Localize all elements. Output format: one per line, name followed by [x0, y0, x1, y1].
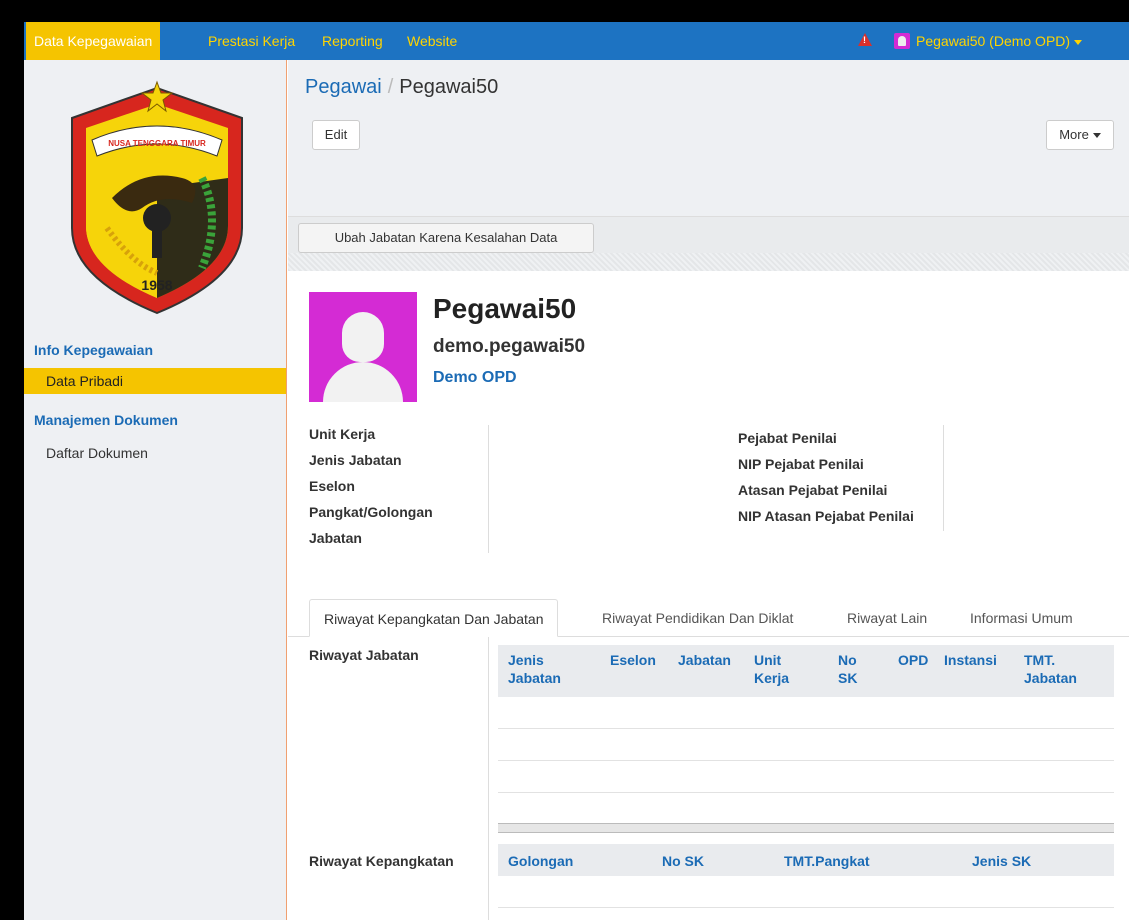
label-pangkat-golongan: Pangkat/Golongan [309, 504, 433, 520]
col-jenis-jabatan[interactable]: Jenis Jabatan [508, 651, 588, 687]
col-jabatan[interactable]: Jabatan [678, 651, 731, 669]
ubah-jabatan-button[interactable]: Ubah Jabatan Karena Kesalahan Data [298, 223, 594, 253]
user-avatar-icon [894, 33, 910, 49]
notebook-tabs: Riwayat Kepangkatan Dan Jabatan Riwayat … [288, 599, 1129, 637]
table-row [498, 792, 1114, 793]
employee-name: Pegawai50 [433, 293, 577, 324]
sidebar-section-manajemen-dokumen: Manajemen Dokumen [34, 412, 178, 428]
sidebar-item-daftar-dokumen[interactable]: Daftar Dokumen [24, 440, 286, 466]
employee-opd[interactable]: Demo OPD [433, 369, 517, 387]
employee-photo[interactable] [309, 292, 417, 402]
warning-icon[interactable] [858, 33, 872, 46]
tab-riwayat-lain[interactable]: Riwayat Lain [833, 599, 941, 637]
tab-riwayat-kepangkatan-jabatan[interactable]: Riwayat Kepangkatan Dan Jabatan [309, 599, 559, 637]
user-menu[interactable]: Pegawai50 (Demo OPD) [916, 22, 1083, 60]
sidebar: NUSA TENGGARA TIMUR 1958 Info Kepegawaia… [24, 60, 287, 920]
divider [488, 637, 489, 920]
tab-riwayat-pendidikan-diklat[interactable]: Riwayat Pendidikan Dan Diklat [588, 599, 807, 637]
label-jenis-jabatan: Jenis Jabatan [309, 452, 402, 468]
riwayat-kepangkatan-label: Riwayat Kepangkatan [309, 853, 454, 869]
sidebar-item-data-pribadi[interactable]: Data Pribadi [24, 368, 286, 394]
table-row [498, 760, 1114, 761]
col-golongan[interactable]: Golongan [508, 852, 573, 870]
employee-login: demo.pegawai50 [433, 336, 586, 357]
ntt-emblem-logo: NUSA TENGGARA TIMUR 1958 [71, 80, 243, 315]
col-opd[interactable]: OPD [898, 651, 928, 669]
logo-year-text: 1958 [141, 277, 172, 293]
label-eselon: Eselon [309, 478, 355, 494]
main-content: Pegawai / Pegawai50 Edit More Ubah Jabatan… [288, 60, 1129, 920]
tab-informasi-umum[interactable]: Informasi Umum [956, 599, 1087, 637]
nav-website[interactable]: Website [399, 22, 465, 60]
avatar-head [342, 312, 384, 362]
breadcrumb: Pegawai / Pegawai50 [305, 76, 498, 99]
riwayat-jabatan-label: Riwayat Jabatan [309, 647, 419, 663]
label-atasan-pejabat-penilai: Atasan Pejabat Penilai [738, 482, 888, 498]
chevron-down-icon [1074, 39, 1083, 45]
logo-banner-text: NUSA TENGGARA TIMUR [108, 139, 206, 148]
col-instansi[interactable]: Instansi [944, 651, 997, 669]
form-sheet: Pegawai50 demo.pegawai50 Demo OPD Unit K… [288, 271, 1129, 920]
sidebar-section-info-kepegawaian: Info Kepegawaian [34, 342, 154, 358]
nav-data-kepegawaian[interactable]: Data Kepegawaian [26, 22, 161, 60]
label-nip-atasan-pejabat-penilai: NIP Atasan Pejabat Penilai [738, 508, 914, 524]
more-button[interactable]: More [1046, 120, 1114, 150]
label-unit-kerja: Unit Kerja [309, 426, 376, 442]
divider [943, 425, 944, 531]
breadcrumb-separator: / [387, 76, 394, 98]
control-panel: Pegawai / Pegawai50 Edit More [288, 60, 1129, 216]
riwayat-kepangkatan-table-header: Golongan No SK TMT.Pangkat Jenis SK [498, 844, 1114, 876]
col-eselon[interactable]: Eselon [610, 651, 656, 669]
edit-button[interactable]: Edit [312, 120, 360, 150]
more-button-label: More [1059, 127, 1089, 142]
chevron-down-icon [1092, 133, 1101, 139]
info-left-labels: Unit Kerja Jenis Jabatan Eselon Pangkat/… [309, 421, 433, 551]
sheet-background [288, 253, 1129, 271]
table-row [498, 907, 1114, 908]
nav-prestasi-kerja[interactable]: Prestasi Kerja [200, 22, 303, 60]
breadcrumb-current: Pegawai50 [399, 76, 499, 98]
avatar-body [323, 362, 403, 402]
col-no-sk[interactable]: No SK [838, 651, 868, 687]
label-nip-pejabat-penilai: NIP Pejabat Penilai [738, 456, 864, 472]
label-pejabat-penilai: Pejabat Penilai [738, 430, 837, 446]
col-jenis-sk[interactable]: Jenis SK [972, 852, 1031, 870]
divider [488, 425, 489, 553]
table-footer [498, 823, 1114, 833]
info-right-labels: Pejabat Penilai NIP Pejabat Penilai Atas… [738, 425, 914, 529]
breadcrumb-pegawai[interactable]: Pegawai [305, 76, 382, 98]
app-window: Data Kepegawaian Prestasi Kerja Reportin… [24, 22, 1129, 920]
table-row [498, 728, 1114, 729]
col-no-sk[interactable]: No SK [662, 852, 704, 870]
riwayat-jabatan-table-header: Jenis Jabatan Eselon Jabatan Unit Kerja … [498, 645, 1114, 697]
label-jabatan: Jabatan [309, 530, 362, 546]
nav-reporting[interactable]: Reporting [314, 22, 391, 60]
col-unit-kerja[interactable]: Unit Kerja [754, 651, 804, 687]
col-tmt-pangkat[interactable]: TMT.Pangkat [784, 852, 870, 870]
user-menu-label: Pegawai50 (Demo OPD) [916, 33, 1071, 49]
col-tmt-jabatan[interactable]: TMT. Jabatan [1024, 651, 1094, 687]
top-navbar: Data Kepegawaian Prestasi Kerja Reportin… [24, 22, 1129, 60]
